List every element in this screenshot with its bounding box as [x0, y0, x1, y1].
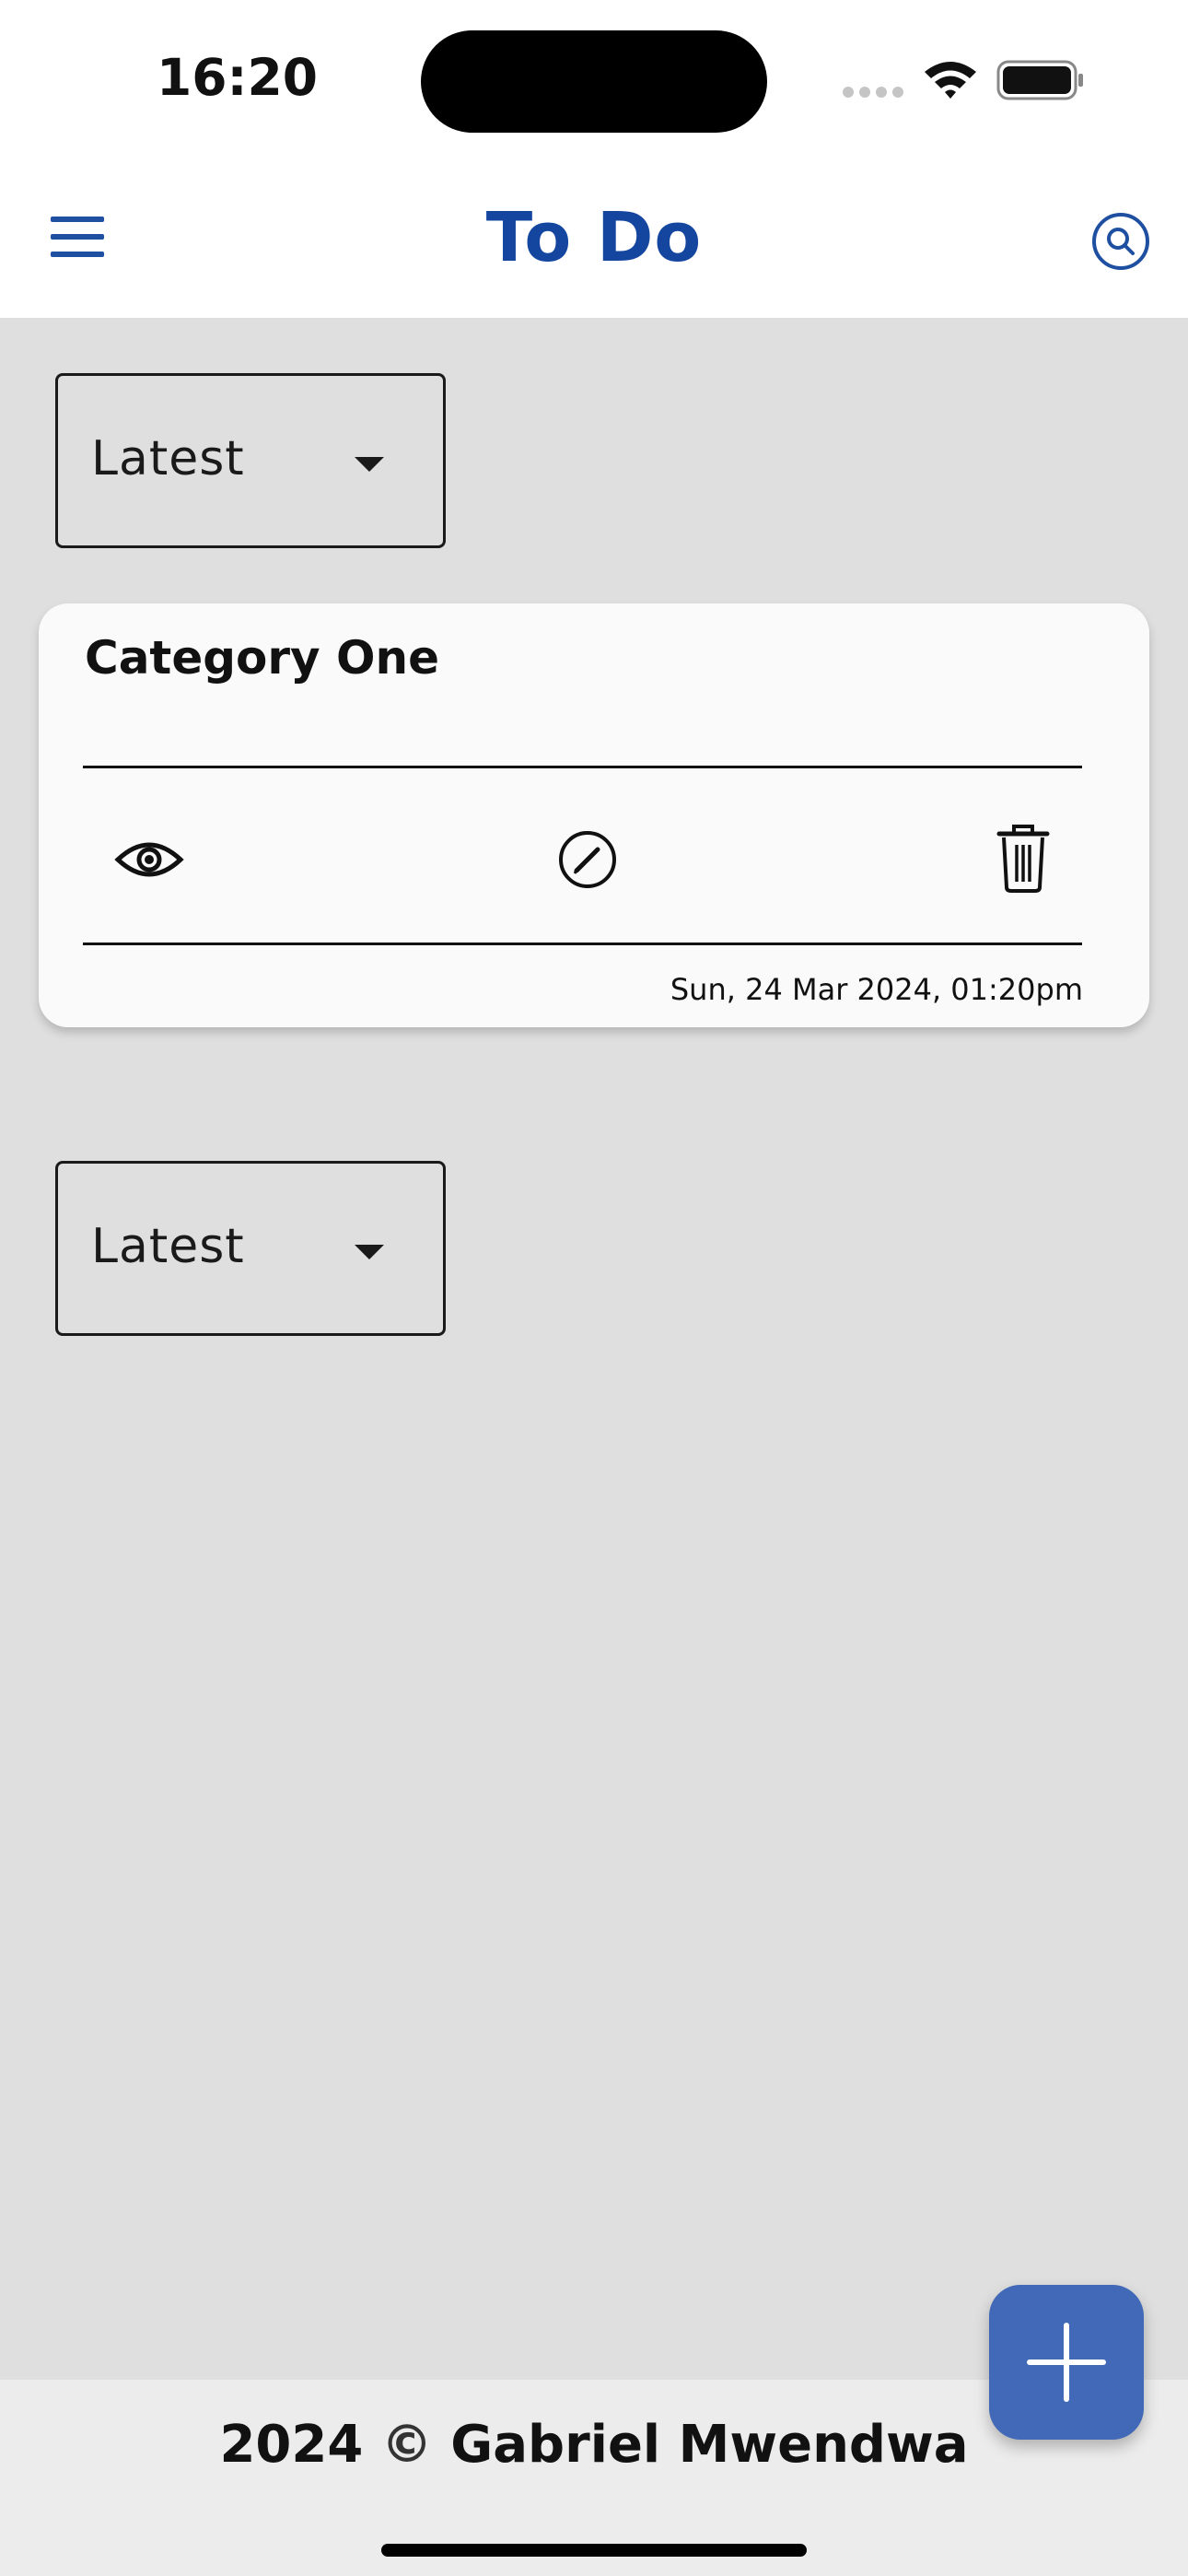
card-divider-bottom — [83, 943, 1082, 945]
sort-dropdown[interactable]: Latest — [55, 373, 446, 548]
sort-dropdown-value: Latest — [91, 431, 245, 486]
wifi-icon — [925, 62, 976, 99]
battery-icon — [996, 60, 1083, 100]
card-divider-top — [83, 766, 1082, 768]
home-indicator[interactable] — [381, 2544, 807, 2557]
footer-author: Gabriel Mwendwa — [450, 2415, 969, 2475]
sort-dropdown[interactable]: Latest — [55, 1161, 446, 1336]
footer-year: 2024 — [219, 2415, 364, 2475]
category-title: Category One — [85, 631, 440, 685]
delete-icon[interactable] — [986, 821, 1060, 895]
app-title: To Do — [485, 198, 703, 277]
cellular-signal-icon — [843, 85, 905, 100]
sort-dropdown-value: Latest — [91, 1219, 245, 1274]
chevron-down-icon — [355, 457, 384, 472]
status-bar: 16:20 — [0, 0, 1188, 161]
status-time: 16:20 — [157, 48, 319, 107]
search-icon[interactable] — [1091, 212, 1150, 271]
app-bar: To Do — [0, 161, 1188, 318]
chevron-down-icon — [355, 1245, 384, 1259]
category-date: Sun, 24 Mar 2024, 01:20pm — [670, 972, 1083, 1007]
view-icon[interactable] — [112, 823, 186, 896]
category-card: Category One Sun, 24 Mar 2024, 01:20pm — [39, 603, 1149, 1027]
copyright-icon: © — [380, 2415, 433, 2475]
edit-icon[interactable] — [551, 823, 624, 896]
dynamic-island — [421, 30, 767, 133]
add-button[interactable] — [989, 2285, 1144, 2440]
